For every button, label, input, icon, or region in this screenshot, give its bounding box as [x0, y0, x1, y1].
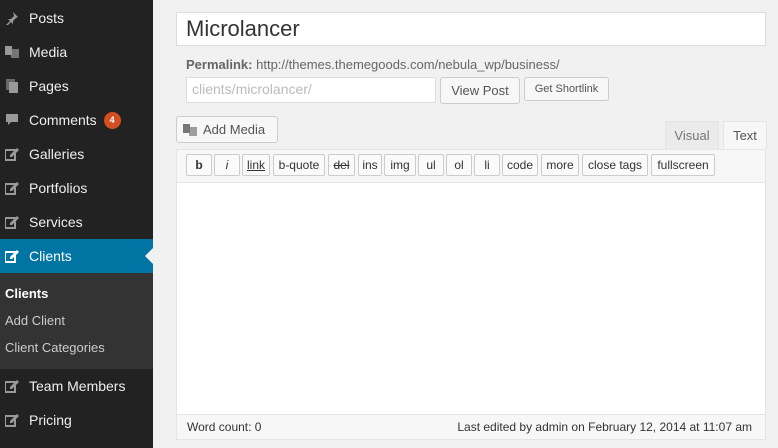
permalink-row: Permalink: http://themes.themegoods.com/…	[186, 57, 560, 72]
edit-icon	[5, 215, 19, 229]
word-count: Word count: 0	[187, 420, 262, 434]
qt-bold-button[interactable]: b	[186, 154, 212, 176]
menu-item-services[interactable]: Services	[0, 205, 153, 239]
tab-visual[interactable]: Visual	[665, 121, 719, 149]
quicktags-toolbar: b i link b-quote del ins img ul ol li co…	[177, 150, 765, 183]
post-title-input[interactable]: Microlancer	[176, 12, 766, 46]
menu-label-media: Media	[29, 44, 68, 60]
menu-label-portfolios: Portfolios	[29, 180, 88, 196]
edit-icon	[5, 147, 19, 161]
content-textarea[interactable]	[177, 183, 765, 415]
qt-ins-button[interactable]: ins	[358, 154, 382, 176]
permalink-url: http://themes.themegoods.com/nebula_wp/b…	[256, 57, 560, 72]
get-shortlink-button[interactable]: Get Shortlink	[524, 77, 609, 101]
add-media-button[interactable]: Add Media	[176, 116, 278, 143]
menu-item-portfolios[interactable]: Portfolios	[0, 171, 153, 205]
menu-item-comments[interactable]: Comments 4	[0, 103, 153, 137]
qt-del-button[interactable]: del	[328, 154, 355, 176]
clients-submenu: Clients Add Client Client Categories	[0, 273, 153, 369]
pages-icon	[5, 79, 19, 93]
menu-label-pages: Pages	[29, 78, 69, 94]
view-post-button[interactable]: View Post	[440, 77, 520, 104]
permalink-label: Permalink:	[186, 57, 253, 72]
menu-item-pages[interactable]: Pages	[0, 69, 153, 103]
menu-item-clients[interactable]: Clients	[0, 239, 153, 273]
qt-ol-button[interactable]: ol	[446, 154, 472, 176]
menu-item-posts[interactable]: Posts	[0, 1, 153, 35]
qt-close-tags-button[interactable]: close tags	[582, 154, 648, 176]
editor-status-bar: Word count: 0 Last edited by admin on Fe…	[177, 414, 765, 439]
menu-label-galleries: Galleries	[29, 146, 85, 162]
qt-fullscreen-button[interactable]: fullscreen	[651, 154, 715, 176]
slug-input[interactable]: clients/microlancer/	[186, 77, 436, 103]
add-media-label: Add Media	[203, 122, 266, 137]
qt-bquote-button[interactable]: b-quote	[273, 154, 325, 176]
media-icon	[183, 123, 197, 137]
qt-img-button[interactable]: img	[384, 154, 416, 176]
submenu-item-clients[interactable]: Clients	[5, 286, 48, 301]
edit-icon	[5, 181, 19, 195]
editor-container: b i link b-quote del ins img ul ol li co…	[176, 149, 766, 440]
menu-item-pricing[interactable]: Pricing	[0, 403, 153, 437]
submenu-item-client-categories[interactable]: Client Categories	[5, 340, 105, 355]
menu-label-services: Services	[29, 214, 83, 230]
qt-link-button[interactable]: link	[242, 154, 270, 176]
qt-code-button[interactable]: code	[502, 154, 538, 176]
menu-item-team-members[interactable]: Team Members	[0, 369, 153, 403]
admin-sidebar: Posts Media Pages Comments 4 Galleries P…	[0, 0, 153, 448]
menu-label-clients: Clients	[29, 248, 72, 264]
media-icon	[5, 45, 19, 59]
qt-li-button[interactable]: li	[474, 154, 500, 176]
menu-label-posts: Posts	[29, 10, 65, 26]
last-edited-info: Last edited by admin on February 12, 201…	[457, 420, 752, 434]
pin-icon	[5, 11, 19, 25]
qt-more-button[interactable]: more	[541, 154, 579, 176]
qt-ul-button[interactable]: ul	[418, 154, 444, 176]
menu-item-media[interactable]: Media	[0, 35, 153, 69]
qt-italic-button[interactable]: i	[214, 154, 240, 176]
menu-item-galleries[interactable]: Galleries	[0, 137, 153, 171]
comment-icon	[5, 113, 19, 127]
edit-icon	[5, 413, 19, 427]
comment-count-badge: 4	[103, 111, 121, 129]
menu-label-team-members: Team Members	[29, 378, 126, 394]
tab-text[interactable]: Text	[723, 121, 767, 149]
menu-label-comments: Comments	[29, 112, 97, 128]
submenu-item-add-client[interactable]: Add Client	[5, 313, 65, 328]
edit-icon	[5, 379, 19, 393]
edit-icon	[5, 249, 19, 263]
menu-label-pricing: Pricing	[29, 412, 72, 428]
